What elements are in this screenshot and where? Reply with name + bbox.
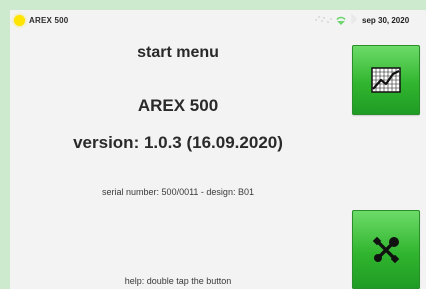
device-frame: AREX 500 sep 30, 2020 start menu AREX 50… xyxy=(0,0,426,289)
date-display: sep 30, 2020 xyxy=(362,16,410,25)
help-text: help: double tap the button xyxy=(124,276,232,286)
line-chart-icon xyxy=(371,67,401,93)
device-name: AREX 500 xyxy=(29,16,69,25)
status-bar: AREX 500 sep 30, 2020 xyxy=(10,10,426,32)
chart-button[interactable] xyxy=(352,45,420,115)
status-led-icon xyxy=(14,15,25,26)
signal-icon xyxy=(315,16,332,23)
version-text: version: 1.0.3 (16.09.2020) xyxy=(73,133,283,152)
model-name: AREX 500 xyxy=(137,96,219,115)
wifi-icon xyxy=(336,16,346,25)
device-screen: AREX 500 sep 30, 2020 start menu AREX 50… xyxy=(10,10,426,289)
serial-text: serial number: 500/0011 - design: B01 xyxy=(102,187,254,197)
tools-button[interactable] xyxy=(352,210,420,289)
tools-icon xyxy=(372,236,400,263)
page-title: start menu xyxy=(137,44,219,61)
bluetooth-icon xyxy=(351,14,357,25)
